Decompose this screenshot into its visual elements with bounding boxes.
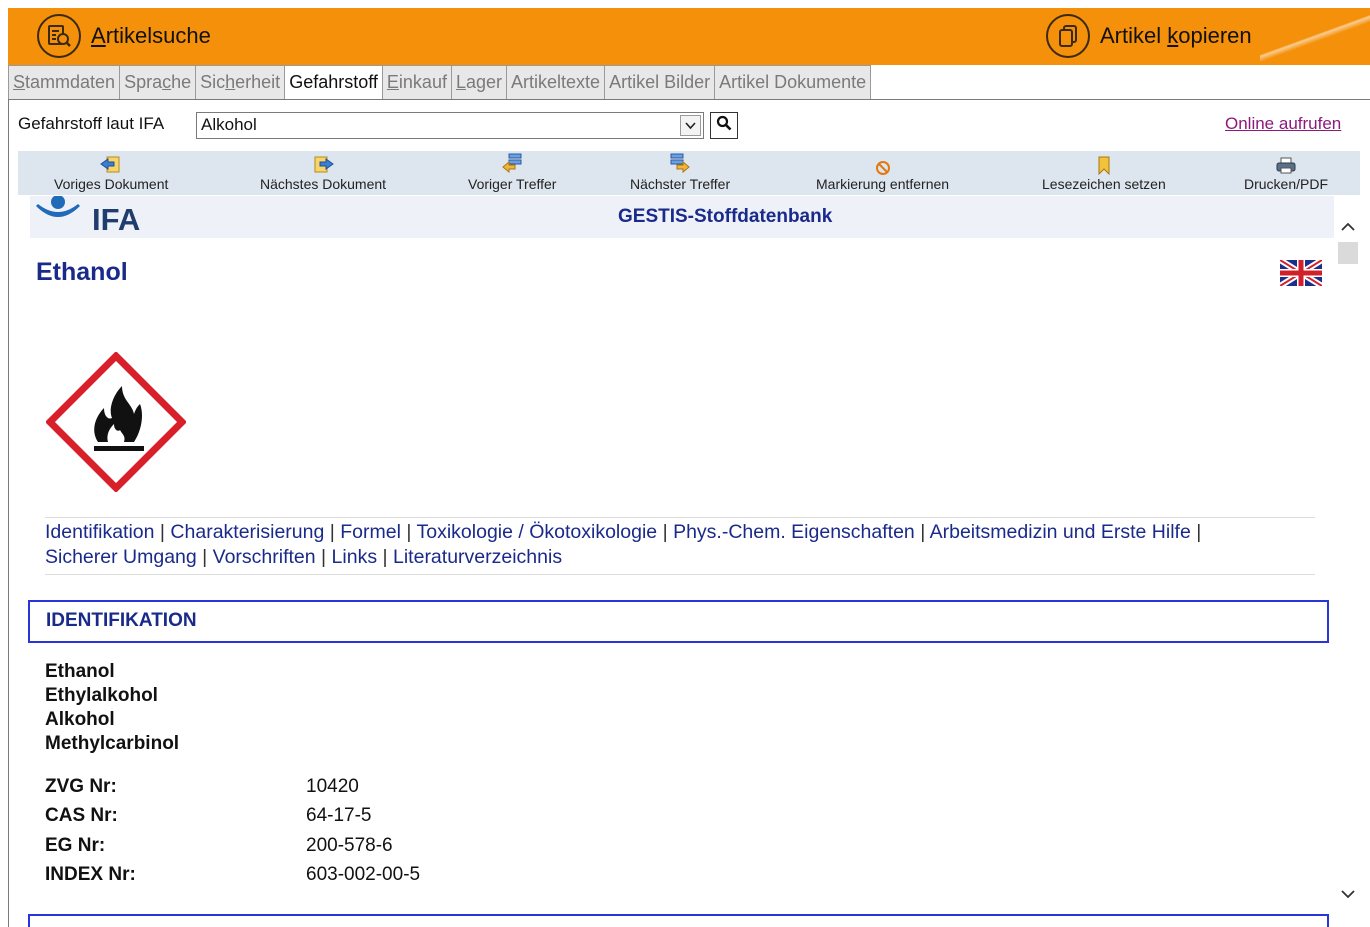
top-action-bar: Artikelsuche Artikel kopieren [8, 8, 1370, 65]
clear-marks-button[interactable]: Markierung entfernen [816, 151, 949, 195]
tab-stammdaten[interactable]: Stammdaten [8, 65, 121, 100]
identifier-label: INDEX Nr: [45, 864, 136, 886]
substance-names: Ethanol Ethylalkohol Alkohol Methylcarbi… [45, 660, 179, 756]
previous-document-label: Voriges Dokument [54, 176, 169, 192]
nav-link-toxikologie[interactable]: Toxikologie / Ökotoxikologie [417, 521, 658, 543]
chevron-up-icon[interactable] [1336, 216, 1360, 236]
set-bookmark-label: Lesezeichen setzen [1042, 176, 1166, 192]
identifier-value: 603-002-00-5 [306, 864, 421, 886]
substance-name: Ethanol [45, 661, 115, 682]
nav-link-vorschriften[interactable]: Vorschriften [213, 546, 316, 568]
substance-name: Alkohol [45, 709, 115, 730]
next-document-icon [312, 151, 334, 175]
tab-artikeltexte[interactable]: Artikeltexte [507, 65, 606, 100]
tab-artikel-dokumente[interactable]: Artikel Dokumente [715, 65, 872, 100]
vertical-scrollbar[interactable] [1336, 196, 1360, 927]
ghs-flammable-icon [45, 351, 187, 493]
tab-artikel-bilder[interactable]: Artikel Bilder [605, 65, 716, 100]
nav-link-links[interactable]: Links [332, 546, 378, 568]
decorative-stripe [1260, 8, 1370, 65]
copy-document-icon [1046, 14, 1090, 58]
previous-hit-button[interactable]: Voriger Treffer [468, 151, 556, 195]
scrollbar-thumb[interactable] [1338, 242, 1358, 264]
nav-link-sicherer-umgang[interactable]: Sicherer Umgang [45, 546, 197, 568]
chevron-down-icon[interactable] [680, 115, 701, 136]
print-pdf-label: Drucken/PDF [1244, 176, 1329, 192]
hazard-substance-label: Gefahrstoff laut IFA [18, 114, 165, 133]
print-pdf-button[interactable]: Drucken/PDF [1244, 151, 1328, 195]
article-copy-label: Artikel kopieren [1100, 23, 1252, 48]
previous-document-icon [100, 151, 122, 175]
ifa-logo-text: IFA [92, 202, 141, 237]
clear-marks-label: Markierung entfernen [816, 176, 950, 192]
set-bookmark-button[interactable]: Lesezeichen setzen [1042, 151, 1166, 195]
section-title: IDENTIFIKATION [46, 610, 197, 631]
printer-icon [1275, 151, 1297, 175]
identification-section-header: IDENTIFIKATION [28, 600, 1329, 643]
identifier-value: 64-17-5 [306, 805, 372, 827]
hazard-substance-combobox[interactable]: Alkohol [196, 112, 704, 139]
tab-lager[interactable]: Lager [451, 65, 508, 100]
document-viewer[interactable]: IFA GESTIS-Stoffdatenbank Ethanol Identi… [18, 196, 1334, 927]
search-document-icon [37, 14, 81, 58]
substance-heading: Ethanol [36, 258, 128, 286]
substance-name: Ethylalkohol [45, 685, 158, 706]
document-toolbar: Voriges Dokument Nächstes Dokument Vorig… [18, 151, 1360, 195]
tab-sprache[interactable]: Spra c he [120, 65, 197, 100]
article-search-label: Artikelsuche [91, 23, 211, 48]
previous-document-button[interactable]: Voriges Dokument [54, 151, 168, 195]
identifier-row: EG Nr: 200-578-6 [45, 831, 420, 861]
identifier-row: INDEX Nr: 603-002-00-5 [45, 861, 420, 891]
identifier-label: EG Nr: [45, 834, 106, 856]
tab-bar: Stammdaten Spra c he Sic h erheit Gefahrstof… [8, 65, 872, 100]
next-hit-button[interactable]: Nächster Treffer [630, 151, 730, 195]
identifier-label: CAS Nr: [45, 805, 118, 827]
search-icon [716, 115, 732, 136]
tab-gefahrstoff[interactable]: Gefahrstoff [285, 65, 383, 100]
ifa-logo [34, 196, 90, 232]
next-hit-icon [669, 151, 691, 175]
identifier-value: 200-578-6 [306, 834, 393, 856]
article-search-button[interactable]: Artikelsuche [37, 14, 211, 58]
next-hit-label: Nächster Treffer [630, 176, 731, 192]
nav-link-arbeitsmedizin[interactable]: Arbeitsmedizin und Erste Hilfe [930, 521, 1191, 543]
tab-sicherheit[interactable]: Sic h erheit [196, 65, 286, 100]
previous-hit-label: Voriger Treffer [468, 176, 557, 192]
tab-einkauf[interactable]: Einkauf [382, 65, 452, 100]
no-entry-icon [874, 151, 892, 175]
identifier-row: CAS Nr: 64-17-5 [45, 802, 420, 832]
previous-hit-icon [501, 151, 523, 175]
next-document-button[interactable]: Nächstes Dokument [260, 151, 386, 195]
search-button[interactable] [710, 112, 738, 139]
database-title: GESTIS-Stoffdatenbank [618, 206, 833, 227]
nav-link-formel[interactable]: Formel [340, 521, 401, 543]
online-open-link[interactable]: Online aufrufen [1225, 114, 1341, 134]
uk-flag-icon[interactable] [1278, 257, 1324, 289]
identifier-row: ZVG Nr: 10420 [45, 772, 420, 802]
nav-link-charakterisierung[interactable]: Charakterisierung [170, 521, 324, 543]
substance-name: Methylcarbinol [45, 733, 180, 754]
article-copy-button[interactable]: Artikel kopieren [1046, 14, 1252, 58]
next-document-label: Nächstes Dokument [260, 176, 387, 192]
nav-link-phys-chem[interactable]: Phys.-Chem. Eigenschaften [673, 521, 915, 543]
nav-link-literaturverzeichnis[interactable]: Literaturverzeichnis [393, 546, 562, 568]
chevron-down-icon[interactable] [1336, 884, 1360, 904]
section-navigation: Identifikation | Charakterisierung | For… [45, 517, 1315, 575]
bookmark-icon [1096, 151, 1112, 175]
identifier-table: ZVG Nr: 10420 CAS Nr: 64-17-5 EG Nr: 200… [45, 772, 420, 890]
next-section-header [28, 914, 1329, 927]
nav-link-identifikation[interactable]: Identifikation [45, 521, 155, 543]
identifier-value: 10420 [306, 775, 359, 797]
identifier-label: ZVG Nr: [45, 775, 117, 797]
